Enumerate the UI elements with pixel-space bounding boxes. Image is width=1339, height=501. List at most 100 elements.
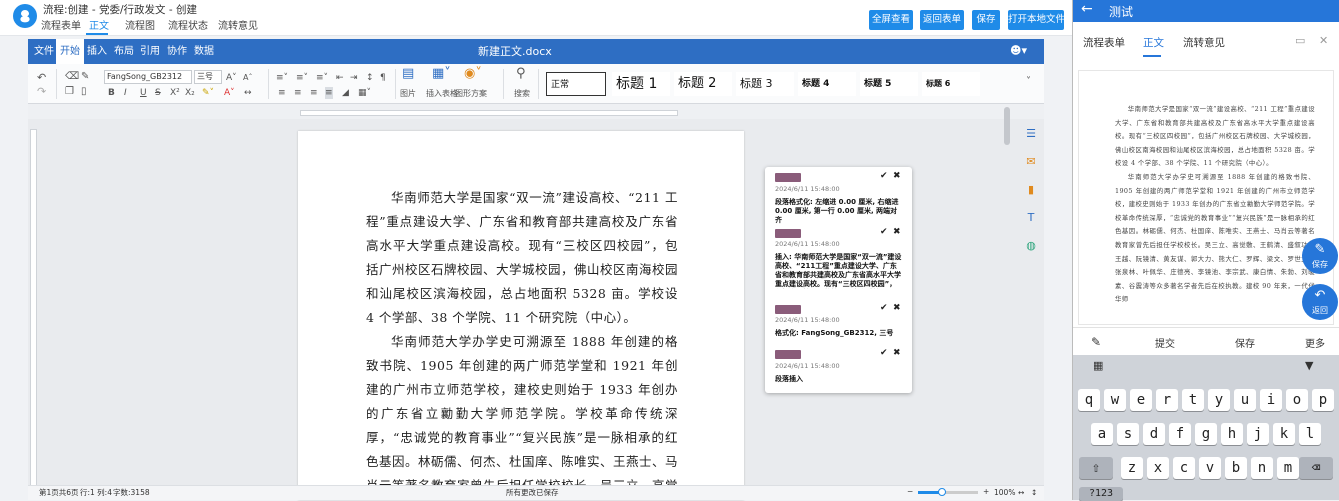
font-size-select[interactable]: 三号 <box>194 70 222 84</box>
decrease-indent-icon[interactable]: ⇤ <box>336 72 344 84</box>
key-c[interactable]: c <box>1173 457 1195 479</box>
layout-options-icon[interactable]: ◉˅ <box>464 67 482 80</box>
menu-collaborate[interactable]: 协作 <box>163 39 191 64</box>
collaborators-icon[interactable]: ☻▾ <box>1010 44 1027 57</box>
bullet-list-icon[interactable]: ≡˅ <box>276 72 288 84</box>
pencil-icon[interactable]: ✎ <box>1091 335 1101 349</box>
key-p[interactable]: p <box>1312 389 1334 411</box>
tab-opinions[interactable]: 流转意见 <box>218 17 258 32</box>
bookmark-icon[interactable]: ▮ <box>1024 183 1038 197</box>
multilevel-list-icon[interactable]: ≡˅ <box>316 72 328 84</box>
open-local-file-button[interactable]: 打开本地文件 <box>1008 10 1065 30</box>
redo-icon[interactable]: ↷ <box>37 86 46 98</box>
mobile-tab-body[interactable]: 正文 <box>1143 35 1164 50</box>
symbols-key[interactable]: ?123 <box>1079 487 1123 501</box>
format-painter-icon[interactable]: ✎ <box>81 71 89 83</box>
zoom-knob[interactable] <box>938 488 946 496</box>
styles-more-icon[interactable]: ˅ <box>1026 76 1031 88</box>
style-heading-4[interactable]: 标题 4 <box>798 72 856 96</box>
increase-indent-icon[interactable]: ⇥ <box>350 72 358 84</box>
menu-insert[interactable]: 插入 <box>83 39 111 64</box>
save-button[interactable]: 保存 <box>972 10 1000 30</box>
align-left-icon[interactable]: ≡ <box>278 87 286 99</box>
tab-form[interactable]: 流程表单 <box>41 17 81 32</box>
style-heading-2[interactable]: 标题 2 <box>674 72 732 96</box>
mobile-more-button[interactable]: 更多 <box>1305 335 1325 350</box>
key-u[interactable]: u <box>1234 389 1256 411</box>
clear-format-icon[interactable]: ⌫ <box>65 71 79 83</box>
key-l[interactable]: l <box>1299 423 1321 445</box>
zoom-out-icon[interactable]: − <box>907 485 913 499</box>
style-normal[interactable]: 正常 <box>546 72 606 96</box>
underline-icon[interactable]: U <box>140 87 147 99</box>
tab-flowchart[interactable]: 流程图 <box>125 17 155 32</box>
style-heading-6[interactable]: 标题 6 <box>922 72 980 96</box>
mobile-save-button[interactable]: 保存 <box>1235 335 1255 350</box>
accept-change-icon[interactable]: ✔ <box>880 303 888 313</box>
reject-change-icon[interactable]: ✖ <box>893 303 901 313</box>
paragraph[interactable]: 华南师范大学是国家“双一流”建设高校、“211 工程”重点建设大学、广东省和教育… <box>366 186 678 330</box>
char-spacing-icon[interactable]: ↔ <box>244 87 252 99</box>
mobile-document-body[interactable]: 华南师范大学是国家“双一流”建设高校、“211 工程”重点建设大学、广东省和教育… <box>1115 103 1315 307</box>
zoom-level[interactable]: 100% <box>994 486 1015 500</box>
document-body[interactable]: 华南师范大学是国家“双一流”建设高校、“211 工程”重点建设大学、广东省和教育… <box>366 186 678 500</box>
key-r[interactable]: r <box>1156 389 1178 411</box>
vertical-ruler[interactable] <box>30 129 37 500</box>
font-family-select[interactable]: FangSong_GB2312 <box>104 70 192 84</box>
tab-flow-status[interactable]: 流程状态 <box>168 17 208 32</box>
reject-change-icon[interactable]: ✖ <box>893 227 901 237</box>
mobile-back-fab[interactable]: ↶ 返回 <box>1302 284 1338 320</box>
shading-icon[interactable]: ◢ <box>342 87 349 99</box>
key-b[interactable]: b <box>1225 457 1247 479</box>
picture-label[interactable]: 图片 <box>400 88 416 100</box>
bold-icon[interactable]: B <box>108 87 115 99</box>
key-a[interactable]: a <box>1091 423 1113 445</box>
key-m[interactable]: m <box>1277 457 1299 479</box>
justify-icon[interactable]: ≡ <box>325 87 333 99</box>
picture-icon[interactable]: ▤ <box>402 67 414 80</box>
key-z[interactable]: z <box>1121 457 1143 479</box>
undo-icon[interactable]: ↶ <box>37 72 46 84</box>
highlight-icon[interactable]: ✎˅ <box>202 87 214 99</box>
key-h[interactable]: h <box>1221 423 1243 445</box>
fullscreen-button[interactable]: 全屏查看 <box>869 10 913 30</box>
key-x[interactable]: x <box>1147 457 1169 479</box>
key-o[interactable]: o <box>1286 389 1308 411</box>
strikethrough-icon[interactable]: S <box>155 87 161 99</box>
key-t[interactable]: t <box>1182 389 1204 411</box>
mobile-save-fab[interactable]: ✎ 保存 <box>1302 238 1338 274</box>
superscript-icon[interactable]: X² <box>170 87 180 99</box>
key-g[interactable]: g <box>1195 423 1217 445</box>
key-j[interactable]: j <box>1247 423 1269 445</box>
key-e[interactable]: e <box>1130 389 1152 411</box>
numbered-list-icon[interactable]: ≡˅ <box>296 72 308 84</box>
menu-layout[interactable]: 布局 <box>110 39 138 64</box>
align-right-icon[interactable]: ≡ <box>310 87 318 99</box>
zoom-in-icon[interactable]: + <box>983 485 989 499</box>
insert-table-label[interactable]: 插入表格 <box>426 88 458 100</box>
search-label[interactable]: 搜索 <box>514 88 530 100</box>
reject-change-icon[interactable]: ✖ <box>893 171 901 181</box>
shift-key[interactable]: ⇧ <box>1079 457 1113 479</box>
key-f[interactable]: f <box>1169 423 1191 445</box>
paragraph-settings-icon[interactable]: ☰ <box>1024 127 1038 141</box>
horizontal-ruler[interactable] <box>300 110 678 116</box>
keyboard-hide-icon[interactable]: ▼ <box>1305 359 1313 372</box>
keyboard-grid-icon[interactable]: ▦ <box>1093 359 1103 372</box>
document-page[interactable]: 华南师范大学是国家“双一流”建设高校、“211 工程”重点建设大学、广东省和教育… <box>298 131 744 500</box>
align-center-icon[interactable]: ≡ <box>294 87 302 99</box>
accept-change-icon[interactable]: ✔ <box>880 171 888 181</box>
tab-body[interactable]: 正文 <box>89 17 109 32</box>
fit-page-icon[interactable]: ↕ <box>1031 486 1037 500</box>
back-arrow-icon[interactable]: ← <box>1081 1 1093 17</box>
key-s[interactable]: s <box>1117 423 1139 445</box>
key-i[interactable]: i <box>1260 389 1282 411</box>
accept-change-icon[interactable]: ✔ <box>880 227 888 237</box>
menu-home[interactable]: 开始 <box>56 39 84 64</box>
show-marks-icon[interactable]: ¶ <box>380 72 386 84</box>
style-heading-1[interactable]: 标题 1 <box>612 72 670 96</box>
paste-icon[interactable]: ▯ <box>81 86 87 98</box>
backspace-key[interactable]: ⌫ <box>1299 457 1333 479</box>
close-icon[interactable]: ✕ <box>1319 34 1328 47</box>
mobile-document[interactable]: 华南师范大学是国家“双一流”建设高校、“211 工程”重点建设大学、广东省和教育… <box>1078 70 1334 325</box>
